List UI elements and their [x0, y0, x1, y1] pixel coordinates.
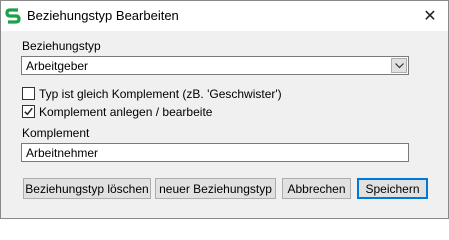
complement-input[interactable]: Arbeitnehmer [21, 143, 409, 162]
complement-label: Komplement [22, 126, 90, 140]
create-edit-complement-label: Komplement anlegen / bearbeite [39, 105, 213, 119]
app-s-logo-icon [5, 7, 21, 25]
relationship-type-dropdown[interactable]: Arbeitgeber [21, 56, 409, 75]
cancel-button[interactable]: Abbrechen [282, 178, 351, 199]
dropdown-button[interactable] [391, 58, 407, 73]
same-as-complement-label: Typ ist gleich Komplement (zB. 'Geschwis… [39, 87, 282, 101]
window-title: Beziehungstyp Bearbeiten [27, 8, 179, 23]
chevron-down-icon [395, 63, 404, 69]
complement-value: Arbeitnehmer [26, 146, 99, 160]
create-edit-complement-checkbox[interactable] [22, 105, 35, 118]
close-icon[interactable]: ✕ [412, 1, 448, 31]
relationship-type-value: Arbeitgeber [26, 59, 89, 73]
title-bar: Beziehungstyp Bearbeiten ✕ [1, 1, 448, 31]
delete-relationship-type-button[interactable]: Beziehungstyp löschen [23, 178, 151, 199]
dialog-window: Beziehungstyp Bearbeiten ✕ Beziehungstyp… [0, 0, 449, 219]
relationship-type-label: Beziehungstyp [22, 39, 101, 53]
same-as-complement-checkbox[interactable] [22, 87, 35, 100]
save-button[interactable]: Speichern [357, 178, 428, 199]
checkmark-icon [24, 107, 33, 116]
new-relationship-type-button[interactable]: neuer Beziehungstyp [155, 178, 276, 199]
